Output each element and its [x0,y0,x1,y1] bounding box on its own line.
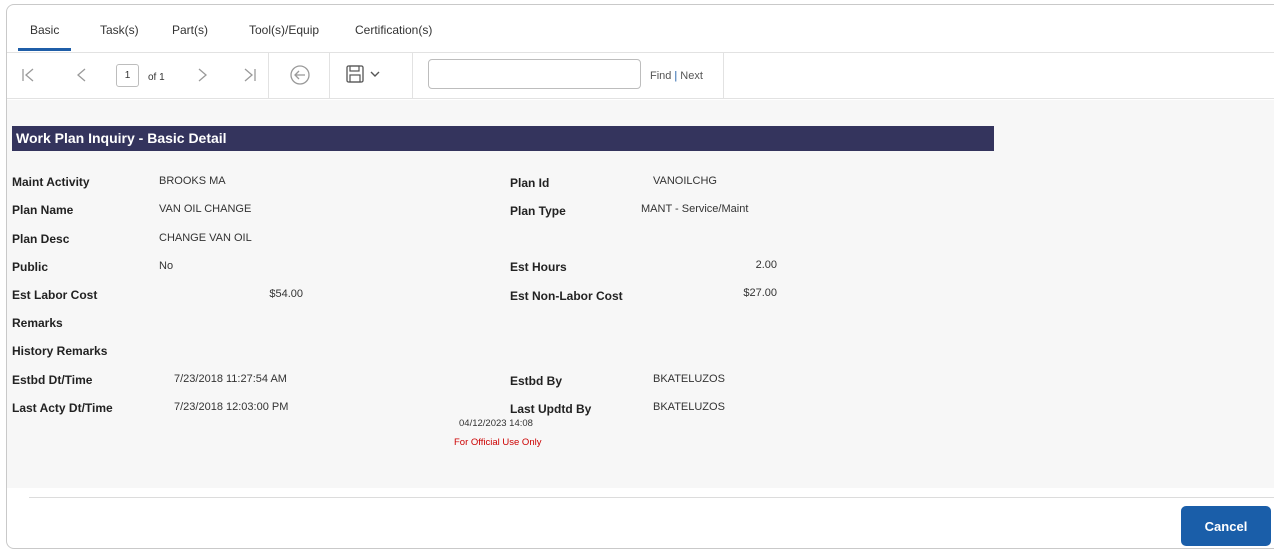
back-circle-icon[interactable] [289,64,311,86]
last-page-icon[interactable] [243,65,257,85]
first-page-icon[interactable] [21,65,35,85]
field-value: $54.00 [269,288,303,300]
toolbar-divider [268,53,269,99]
footer-divider [29,497,1274,498]
field-value: VANOILCHG [653,175,717,187]
field-label: Plan Id [510,176,550,190]
field-value: $27.00 [743,287,777,299]
page-count: of 1 [148,72,165,83]
tab-certifications[interactable]: Certification(s) [355,23,432,37]
field-value: 7/23/2018 12:03:00 PM [174,401,289,413]
tab-parts[interactable]: Part(s) [172,23,208,37]
tab-tools-equip[interactable]: Tool(s)/Equip [249,23,319,37]
field-value: No [159,260,174,272]
find-links: Find | Next [650,70,703,82]
toolbar-divider [329,53,330,99]
field-label: Estbd Dt/Time [12,373,93,387]
official-use-notice: For Official Use Only [454,437,542,448]
tab-basic[interactable]: Basic [17,23,72,51]
field-label: Last Acty Dt/Time [12,401,113,415]
field-label: Estbd By [510,374,563,388]
inquiry-panel: Basic Task(s) Part(s) Tool(s)/Equip Cert… [6,4,1274,549]
field-label: Public [12,260,49,274]
tab-tasks[interactable]: Task(s) [100,23,139,37]
print-timestamp: 04/12/2023 14:08 [459,418,533,429]
field-label: Maint Activity [12,175,90,189]
field-label: Est Non-Labor Cost [510,289,623,303]
field-value: BKATELUZOS [653,373,725,385]
field-label: Est Hours [510,260,567,274]
tab-bar: Basic Task(s) Part(s) Tool(s)/Equip Cert… [7,5,1274,53]
report-toolbar: 1 of 1 Find | Next [7,53,1274,99]
field-label: Remarks [12,316,63,330]
field-label: Plan Name [12,203,74,217]
field-value: BKATELUZOS [653,401,725,413]
next-link[interactable]: Next [680,70,703,82]
field-value: BROOKS MA [159,175,226,187]
chevron-down-icon[interactable] [369,67,381,81]
cancel-button[interactable]: Cancel [1181,506,1271,546]
report-viewer [7,100,1274,488]
field-label: Last Updtd By [510,402,592,416]
report-title: Work Plan Inquiry - Basic Detail [12,126,994,151]
field-value: CHANGE VAN OIL [159,232,252,244]
field-value: VAN OIL CHANGE [159,203,252,215]
field-label: Plan Desc [12,232,70,246]
find-link[interactable]: Find [650,70,671,82]
field-label: Plan Type [510,204,566,218]
find-separator: | [674,70,678,82]
page-number-input[interactable]: 1 [116,64,139,87]
field-label: Est Labor Cost [12,288,98,302]
field-value: MANT - Service/Maint [641,203,749,215]
toolbar-divider [412,53,413,99]
field-value: 2.00 [755,259,777,271]
find-input[interactable] [428,59,641,89]
field-label: History Remarks [12,344,108,358]
toolbar-divider [723,53,724,99]
field-value: 7/23/2018 11:27:54 AM [174,373,287,385]
prev-page-icon[interactable] [75,65,87,85]
save-icon[interactable] [345,64,365,84]
next-page-icon[interactable] [197,65,209,85]
